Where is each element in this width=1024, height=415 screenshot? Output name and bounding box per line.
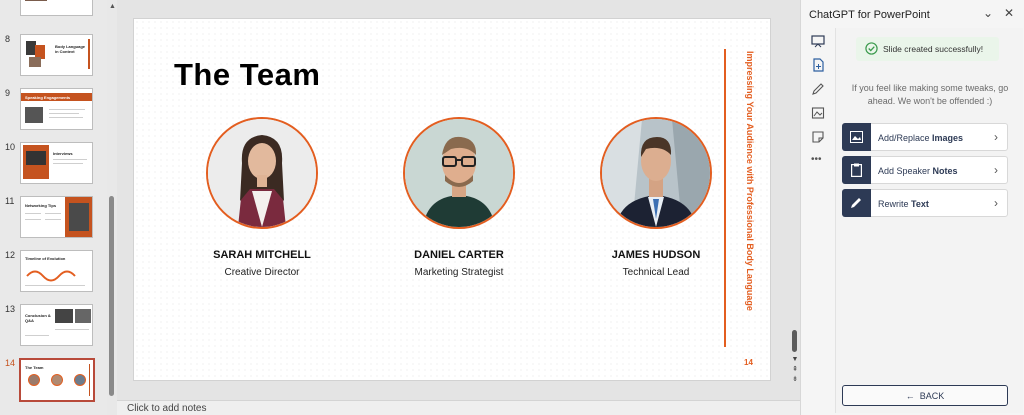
add-document-icon[interactable]: [811, 58, 827, 74]
check-circle-icon: [865, 42, 878, 55]
slide-thumbnail-title: Timeline of Evolution: [25, 256, 66, 261]
member-name: SARAH MITCHELL: [213, 249, 311, 261]
team-member-3: JAMES HUDSON Technical Lead: [566, 117, 746, 287]
add-replace-images-button[interactable]: Add/Replace Images ›: [842, 123, 1008, 151]
slide-thumbnail-14-selected[interactable]: The Team: [19, 358, 95, 402]
pencil-icon: [842, 189, 871, 217]
slide-thumbnail-13[interactable]: Conclusion & Q&A: [20, 304, 93, 346]
back-button[interactable]: ← BACK: [842, 385, 1008, 406]
vertical-subtitle-text: Impressing Your Audience with Profession…: [745, 51, 755, 311]
slide-thumbnail-12[interactable]: Timeline of Evolution: [20, 250, 93, 292]
slide-thumbnail-10[interactable]: Interviews: [20, 142, 93, 184]
member-role: Technical Lead: [622, 267, 690, 278]
chatgpt-addin-panel: ChatGPT for PowerPoint ⌄ ✕ ••• Slide cre…: [800, 0, 1024, 415]
slide-number-active: 14: [5, 358, 16, 368]
clipboard-icon: [842, 156, 871, 184]
editor-scrollbar[interactable]: ▼ ⇞ ⇟: [790, 0, 800, 400]
editor-scroll-thumb[interactable]: [792, 330, 797, 352]
slide-thumbnail-title: The Team: [25, 365, 44, 370]
scroll-down-arrow-icon[interactable]: ▼: [790, 356, 800, 364]
slide-thumbnail-pane: 8 Body Language in Context 9 Speaking En…: [0, 0, 116, 415]
accent-divider-line: [724, 49, 726, 347]
success-message: Slide created successfully!: [856, 37, 999, 61]
slide-thumbnail-title: Interviews: [53, 151, 73, 156]
slide-number: 11: [5, 196, 15, 206]
member-name: JAMES HUDSON: [611, 249, 701, 261]
team-member-2: DANIEL CARTER Marketing Strategist: [369, 117, 549, 287]
team-member-1: SARAH MITCHELL Creative Director: [172, 117, 352, 287]
chevron-right-icon: ›: [994, 163, 998, 177]
back-label: BACK: [919, 391, 945, 401]
notes-pane[interactable]: Click to add notes: [117, 400, 800, 415]
rewrite-text-button[interactable]: Rewrite Text ›: [842, 189, 1008, 217]
member-role: Marketing Strategist: [414, 267, 504, 278]
slide-thumbnail-8[interactable]: Body Language in Context: [20, 34, 93, 76]
member-name: DANIEL CARTER: [414, 249, 504, 261]
member-photo[interactable]: [600, 117, 712, 229]
scroll-up-arrow-icon[interactable]: ▲: [109, 3, 116, 10]
chevron-right-icon: ›: [994, 196, 998, 210]
slide-number: 12: [5, 250, 16, 260]
slide-thumbnail-title: Conclusion & Q&A: [25, 313, 51, 323]
member-photo[interactable]: [206, 117, 318, 229]
slide-thumbnail-9[interactable]: Speaking Engagements: [20, 88, 93, 130]
slide-page-number: 14: [744, 358, 753, 367]
slide-editor: The Team SARAH MITCHELL Creative Directo…: [117, 0, 800, 400]
slide-canvas[interactable]: The Team SARAH MITCHELL Creative Directo…: [133, 18, 771, 381]
add-speaker-notes-button[interactable]: Add Speaker Notes ›: [842, 156, 1008, 184]
slide-thumbnail-title: Speaking Engagements: [25, 95, 71, 100]
action-label: Add/Replace Images: [878, 133, 964, 143]
slide-title[interactable]: The Team: [174, 57, 320, 93]
chevron-down-icon[interactable]: ⌄: [983, 6, 993, 20]
chevron-right-icon: ›: [994, 130, 998, 144]
previous-slide-icon[interactable]: ⇞: [790, 366, 800, 374]
panel-content: Slide created successfully! If you feel …: [835, 28, 1023, 413]
close-icon[interactable]: ✕: [1004, 6, 1014, 20]
slide-number: 9: [5, 88, 11, 98]
slide-thumbnail-7[interactable]: [20, 0, 93, 16]
presentation-icon[interactable]: [811, 34, 827, 50]
vertical-subtitle: Impressing Your Audience with Profession…: [743, 51, 757, 311]
arrow-left-icon: ←: [905, 391, 920, 401]
slide-number: 13: [5, 304, 16, 314]
success-text: Slide created successfully!: [883, 44, 984, 54]
member-photo[interactable]: [403, 117, 515, 229]
powerpoint-window: 8 Body Language in Context 9 Speaking En…: [0, 0, 1024, 415]
next-slide-icon[interactable]: ⇟: [790, 376, 800, 384]
action-label: Add Speaker Notes: [878, 166, 958, 176]
image-icon[interactable]: [811, 106, 827, 122]
pencil-icon[interactable]: [811, 82, 827, 98]
slide-number: 10: [5, 142, 16, 152]
action-label: Rewrite Text: [878, 199, 929, 209]
slide-thumbnail-11[interactable]: Networking Tips: [20, 196, 93, 238]
more-options-icon[interactable]: •••: [811, 154, 827, 170]
panel-title: ChatGPT for PowerPoint: [809, 9, 930, 21]
slide-number: 8: [5, 34, 11, 44]
image-icon: [842, 123, 871, 151]
sticky-note-icon[interactable]: [811, 130, 827, 146]
notes-placeholder[interactable]: Click to add notes: [127, 403, 207, 414]
timeline-graphic: [26, 270, 76, 282]
slide-thumbnail-title: Networking Tips: [25, 203, 57, 208]
hint-text: If you feel like making some tweaks, go …: [851, 83, 1009, 106]
member-role: Creative Director: [224, 267, 300, 278]
slide-thumbnail-title: Body Language in Context: [55, 44, 86, 54]
thumbnail-scrollbar[interactable]: [109, 196, 114, 396]
